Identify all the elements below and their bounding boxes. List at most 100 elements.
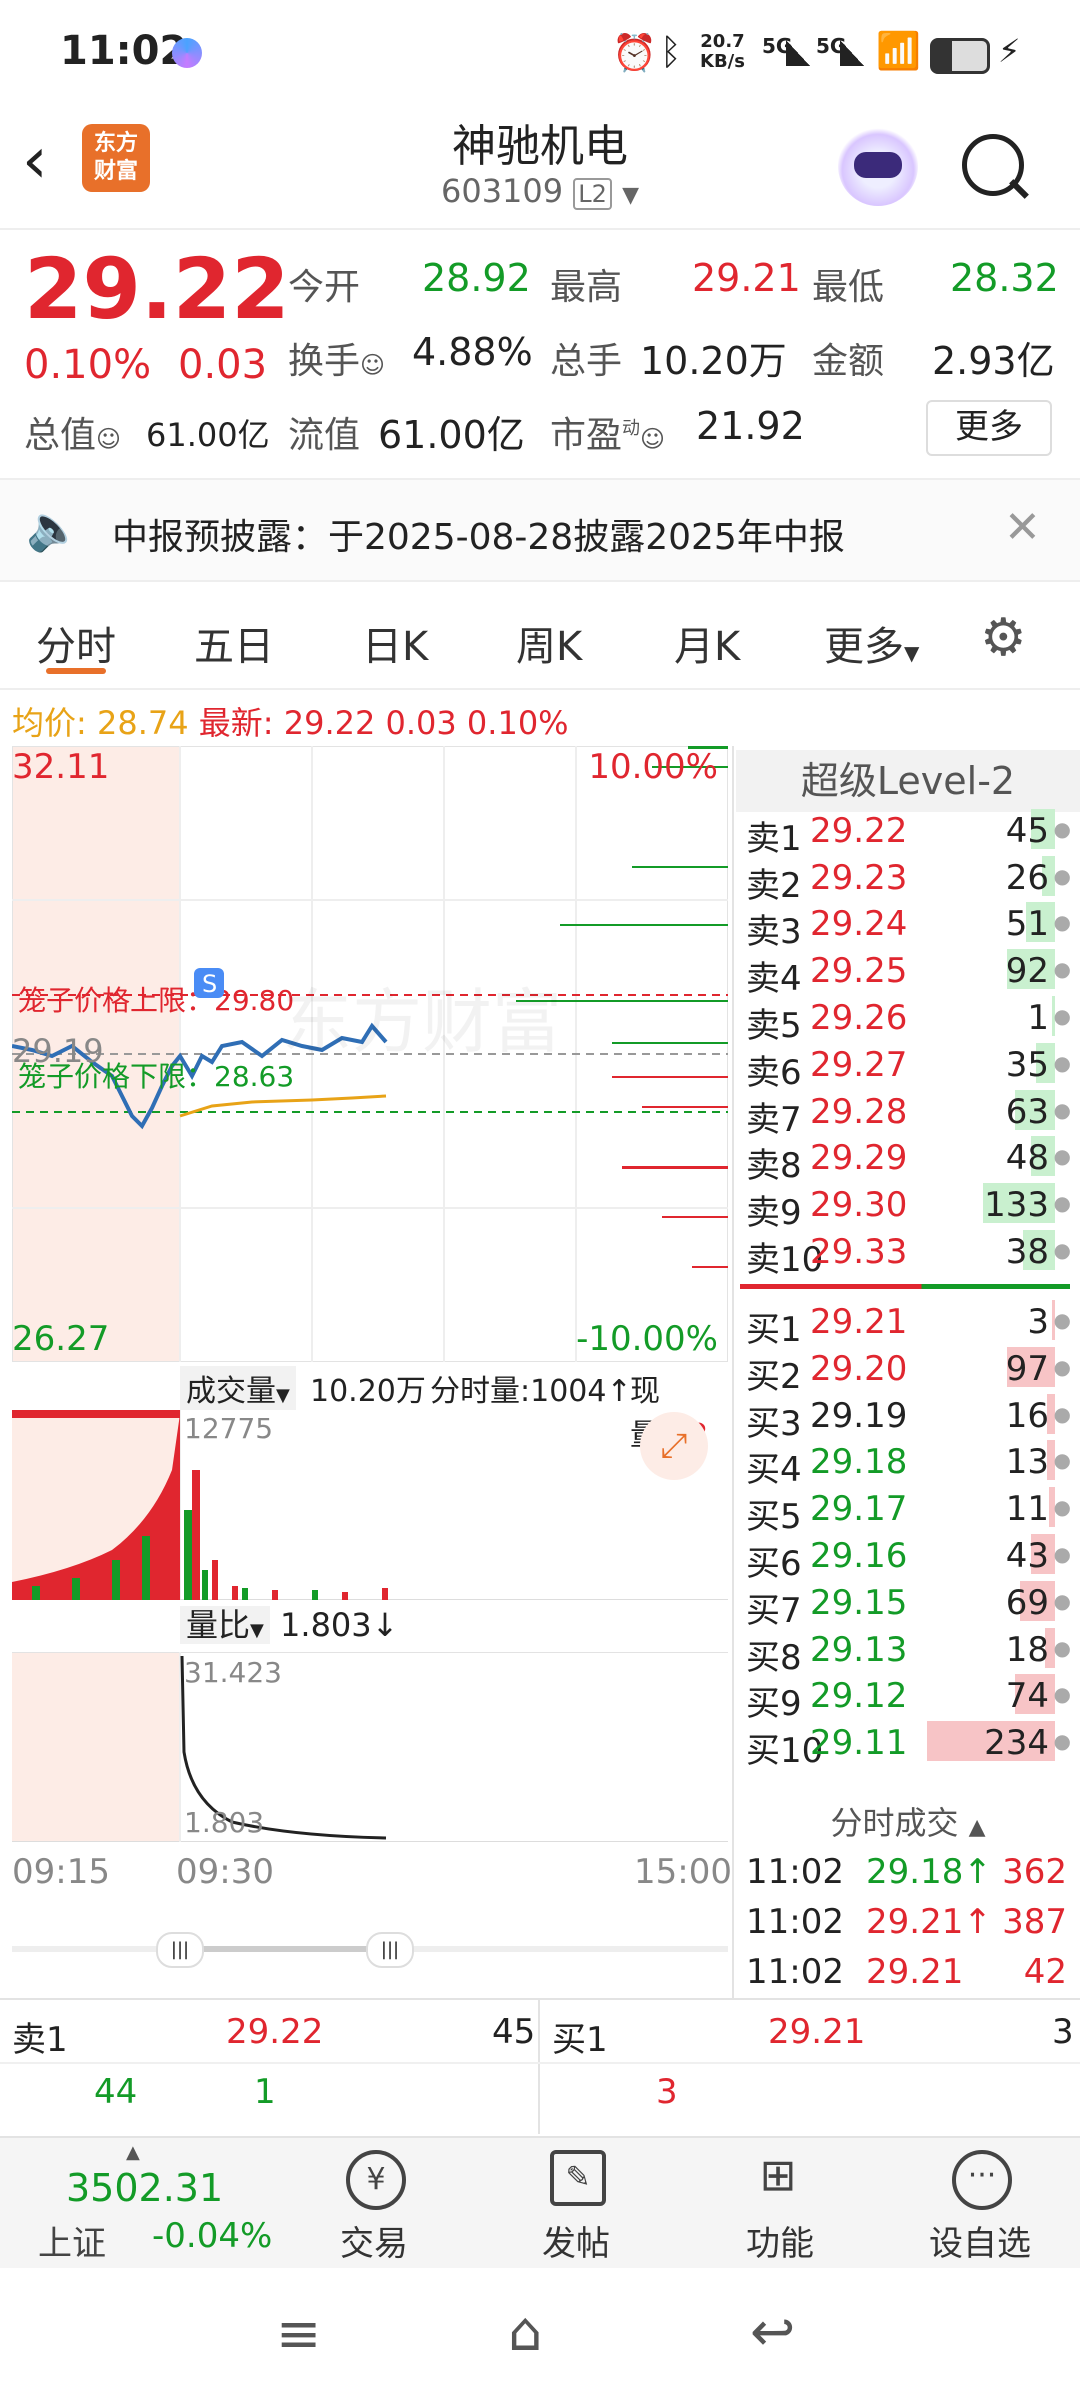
more-button[interactable]: 更多 — [926, 400, 1052, 456]
ask-volume: 35 — [1005, 1045, 1049, 1085]
float-label: 流值 — [288, 415, 361, 456]
level2-title[interactable]: 超级Level-2 — [736, 750, 1080, 812]
ratio-low-label: 1.803 — [184, 1806, 264, 1839]
info-icon: ☺ — [96, 425, 122, 453]
tab-five-day[interactable]: 五日 — [194, 614, 274, 672]
ask-price: 29.23 — [810, 858, 908, 898]
menu-icon[interactable]: ≡ — [276, 2302, 321, 2365]
bid-status-dot-icon: ● — [1053, 1636, 1071, 1660]
nav-watchlist[interactable]: ··· 设自选 — [900, 2150, 1060, 2264]
bid-volume: 74 — [1005, 1676, 1049, 1716]
ask-volume: 38 — [1005, 1232, 1049, 1272]
bid-price: 29.20 — [810, 1349, 908, 1389]
divider — [0, 228, 1080, 230]
tab-intraday[interactable]: 分时 — [36, 614, 116, 672]
avg-label: 均价: — [12, 704, 87, 742]
volume-selector[interactable]: 成交量▼ — [180, 1366, 296, 1410]
price-top-label: 32.11 — [12, 747, 109, 787]
status-bar: 11:02 ⏰ ᛒ 20.7 KB/s 5G 5G 📶 ⚡ — [0, 0, 1080, 110]
ask-label: 卖7 — [746, 1100, 802, 1140]
bid-row[interactable]: 买6 29.16 43 ● — [740, 1530, 1075, 1584]
ask-status-dot-icon: ● — [1053, 1051, 1071, 1075]
up-arrow-icon: ▲ — [126, 2142, 140, 2163]
nav-watchlist-label: 设自选 — [929, 2224, 1031, 2264]
ask-status-dot-icon: ● — [1053, 1238, 1071, 1262]
volume-ratio-chart: 31.423 1.803 — [12, 1652, 728, 1842]
amount-label: 金额 — [812, 341, 885, 382]
bid-volume: 234 — [984, 1723, 1049, 1763]
bid-volume: 43 — [1005, 1536, 1049, 1576]
signal-icon-1 — [786, 40, 810, 66]
pe-label: 市盈动☺ — [550, 415, 666, 456]
queue-ask-price: 29.22 — [226, 2012, 324, 2052]
volume-value: 10.20万 — [640, 339, 787, 383]
bid-row[interactable]: 买8 29.13 18 ● — [740, 1624, 1075, 1678]
stock-code-row[interactable]: 603109 L2 ▼ — [0, 172, 1080, 210]
divider — [0, 2062, 1080, 2064]
bid-row[interactable]: 买9 29.12 74 ● — [740, 1670, 1075, 1724]
bid-row[interactable]: 买7 29.15 69 ● — [740, 1577, 1075, 1631]
bid-volume: 97 — [1005, 1349, 1049, 1389]
close-icon[interactable]: ✕ — [1004, 502, 1041, 553]
ask-row[interactable]: 卖1 29.22 45 ● — [740, 805, 1075, 859]
expand-chart-button[interactable]: ⤢ — [640, 1412, 708, 1480]
bid-row[interactable]: 买10 29.11 234 ● — [740, 1717, 1075, 1771]
trade-row: 11:02 29.18↑ 362 — [740, 1846, 1075, 1894]
tab-monthly-k[interactable]: 月K — [674, 614, 740, 672]
grid-icon: ⊞ — [759, 2150, 797, 2201]
range-handle-left[interactable]: ||| — [156, 1932, 204, 1968]
tab-daily-k[interactable]: 日K — [362, 614, 428, 672]
stock-code: 603109 — [440, 172, 564, 210]
bid-row[interactable]: 买4 29.18 13 ● — [740, 1436, 1075, 1490]
bid-volume: 18 — [1005, 1630, 1049, 1670]
settings-icon[interactable]: ⚙ — [980, 608, 1027, 668]
summary-line: 均价: 28.74 最新: 29.22 0.03 0.10% — [12, 698, 569, 744]
nav-function-label: 功能 — [746, 2224, 814, 2264]
ask-status-dot-icon: ● — [1053, 1144, 1071, 1168]
ratio-selector[interactable]: 量比▼ — [180, 1606, 270, 1644]
trade-volume: 362 — [1002, 1852, 1067, 1892]
pe-value: 21.92 — [696, 404, 805, 448]
bid-row[interactable]: 买1 29.21 3 ● — [740, 1296, 1075, 1350]
tab-more[interactable]: 更多▼ — [824, 614, 919, 672]
bid-price: 29.21 — [810, 1302, 908, 1342]
range-scrollbar[interactable]: ||| ||| — [12, 1932, 728, 1968]
intraday-price-chart[interactable]: 32.11 29.19 26.27 10.00% -10.00% 笼子价格上限：… — [12, 746, 728, 1362]
notice-bar[interactable]: 🔈 中报预披露：于2025-08-28披露2025年中报 ✕ — [0, 478, 1080, 582]
tab-weekly-k[interactable]: 周K — [516, 614, 582, 672]
range-handle-right[interactable]: ||| — [366, 1932, 414, 1968]
bid-price: 29.19 — [810, 1396, 908, 1436]
nav-trade[interactable]: ¥ 交易 — [294, 2150, 454, 2264]
ask-volume: 48 — [1005, 1138, 1049, 1178]
last-price: 29.22 — [24, 240, 290, 338]
ratio-peak-label: 31.423 — [184, 1656, 282, 1689]
ask-volume: 45 — [1005, 811, 1049, 851]
nav-trade-label: 交易 — [340, 2224, 408, 2264]
ask-status-dot-icon: ● — [1053, 1004, 1071, 1028]
low-value: 28.32 — [950, 256, 1059, 300]
queue-ask-order-1: 44 — [94, 2072, 138, 2112]
cage-lower-label: 笼子价格下限：28.63 — [18, 1060, 294, 1093]
collapse-icon: ▲ — [968, 1815, 986, 1840]
bid-row[interactable]: 买3 29.19 16 ● — [740, 1390, 1075, 1444]
nav-post[interactable]: ✎ 发帖 — [496, 2150, 656, 2264]
bid-price: 29.17 — [810, 1489, 908, 1529]
ask-label: 卖5 — [746, 1006, 802, 1046]
volume-peak-label: 12775 — [184, 1412, 273, 1445]
trade-volume: 387 — [1002, 1902, 1067, 1942]
speaker-icon: 🔈 — [26, 503, 81, 554]
home-icon[interactable]: ⌂ — [508, 2300, 542, 2363]
signal-icon-2 — [840, 40, 864, 66]
nav-function[interactable]: ⊞ 功能 — [700, 2150, 860, 2264]
index-widget[interactable]: ▲ 3502.31 上证 -0.04% — [30, 2142, 290, 2264]
bid-status-dot-icon: ● — [1053, 1495, 1071, 1519]
assistant-avatar[interactable] — [838, 126, 918, 206]
net-speed: 20.7 KB/s — [700, 31, 745, 72]
bid-row[interactable]: 买5 29.17 11 ● — [740, 1483, 1075, 1537]
high-value: 29.21 — [692, 256, 801, 300]
back-nav-icon[interactable]: ↩ — [750, 2300, 795, 2363]
bid-status-dot-icon: ● — [1053, 1308, 1071, 1332]
bid-row[interactable]: 买2 29.20 97 ● — [740, 1343, 1075, 1397]
trades-title[interactable]: 分时成交 ▲ — [736, 1798, 1080, 1844]
edit-icon: ✎ — [550, 2150, 606, 2206]
